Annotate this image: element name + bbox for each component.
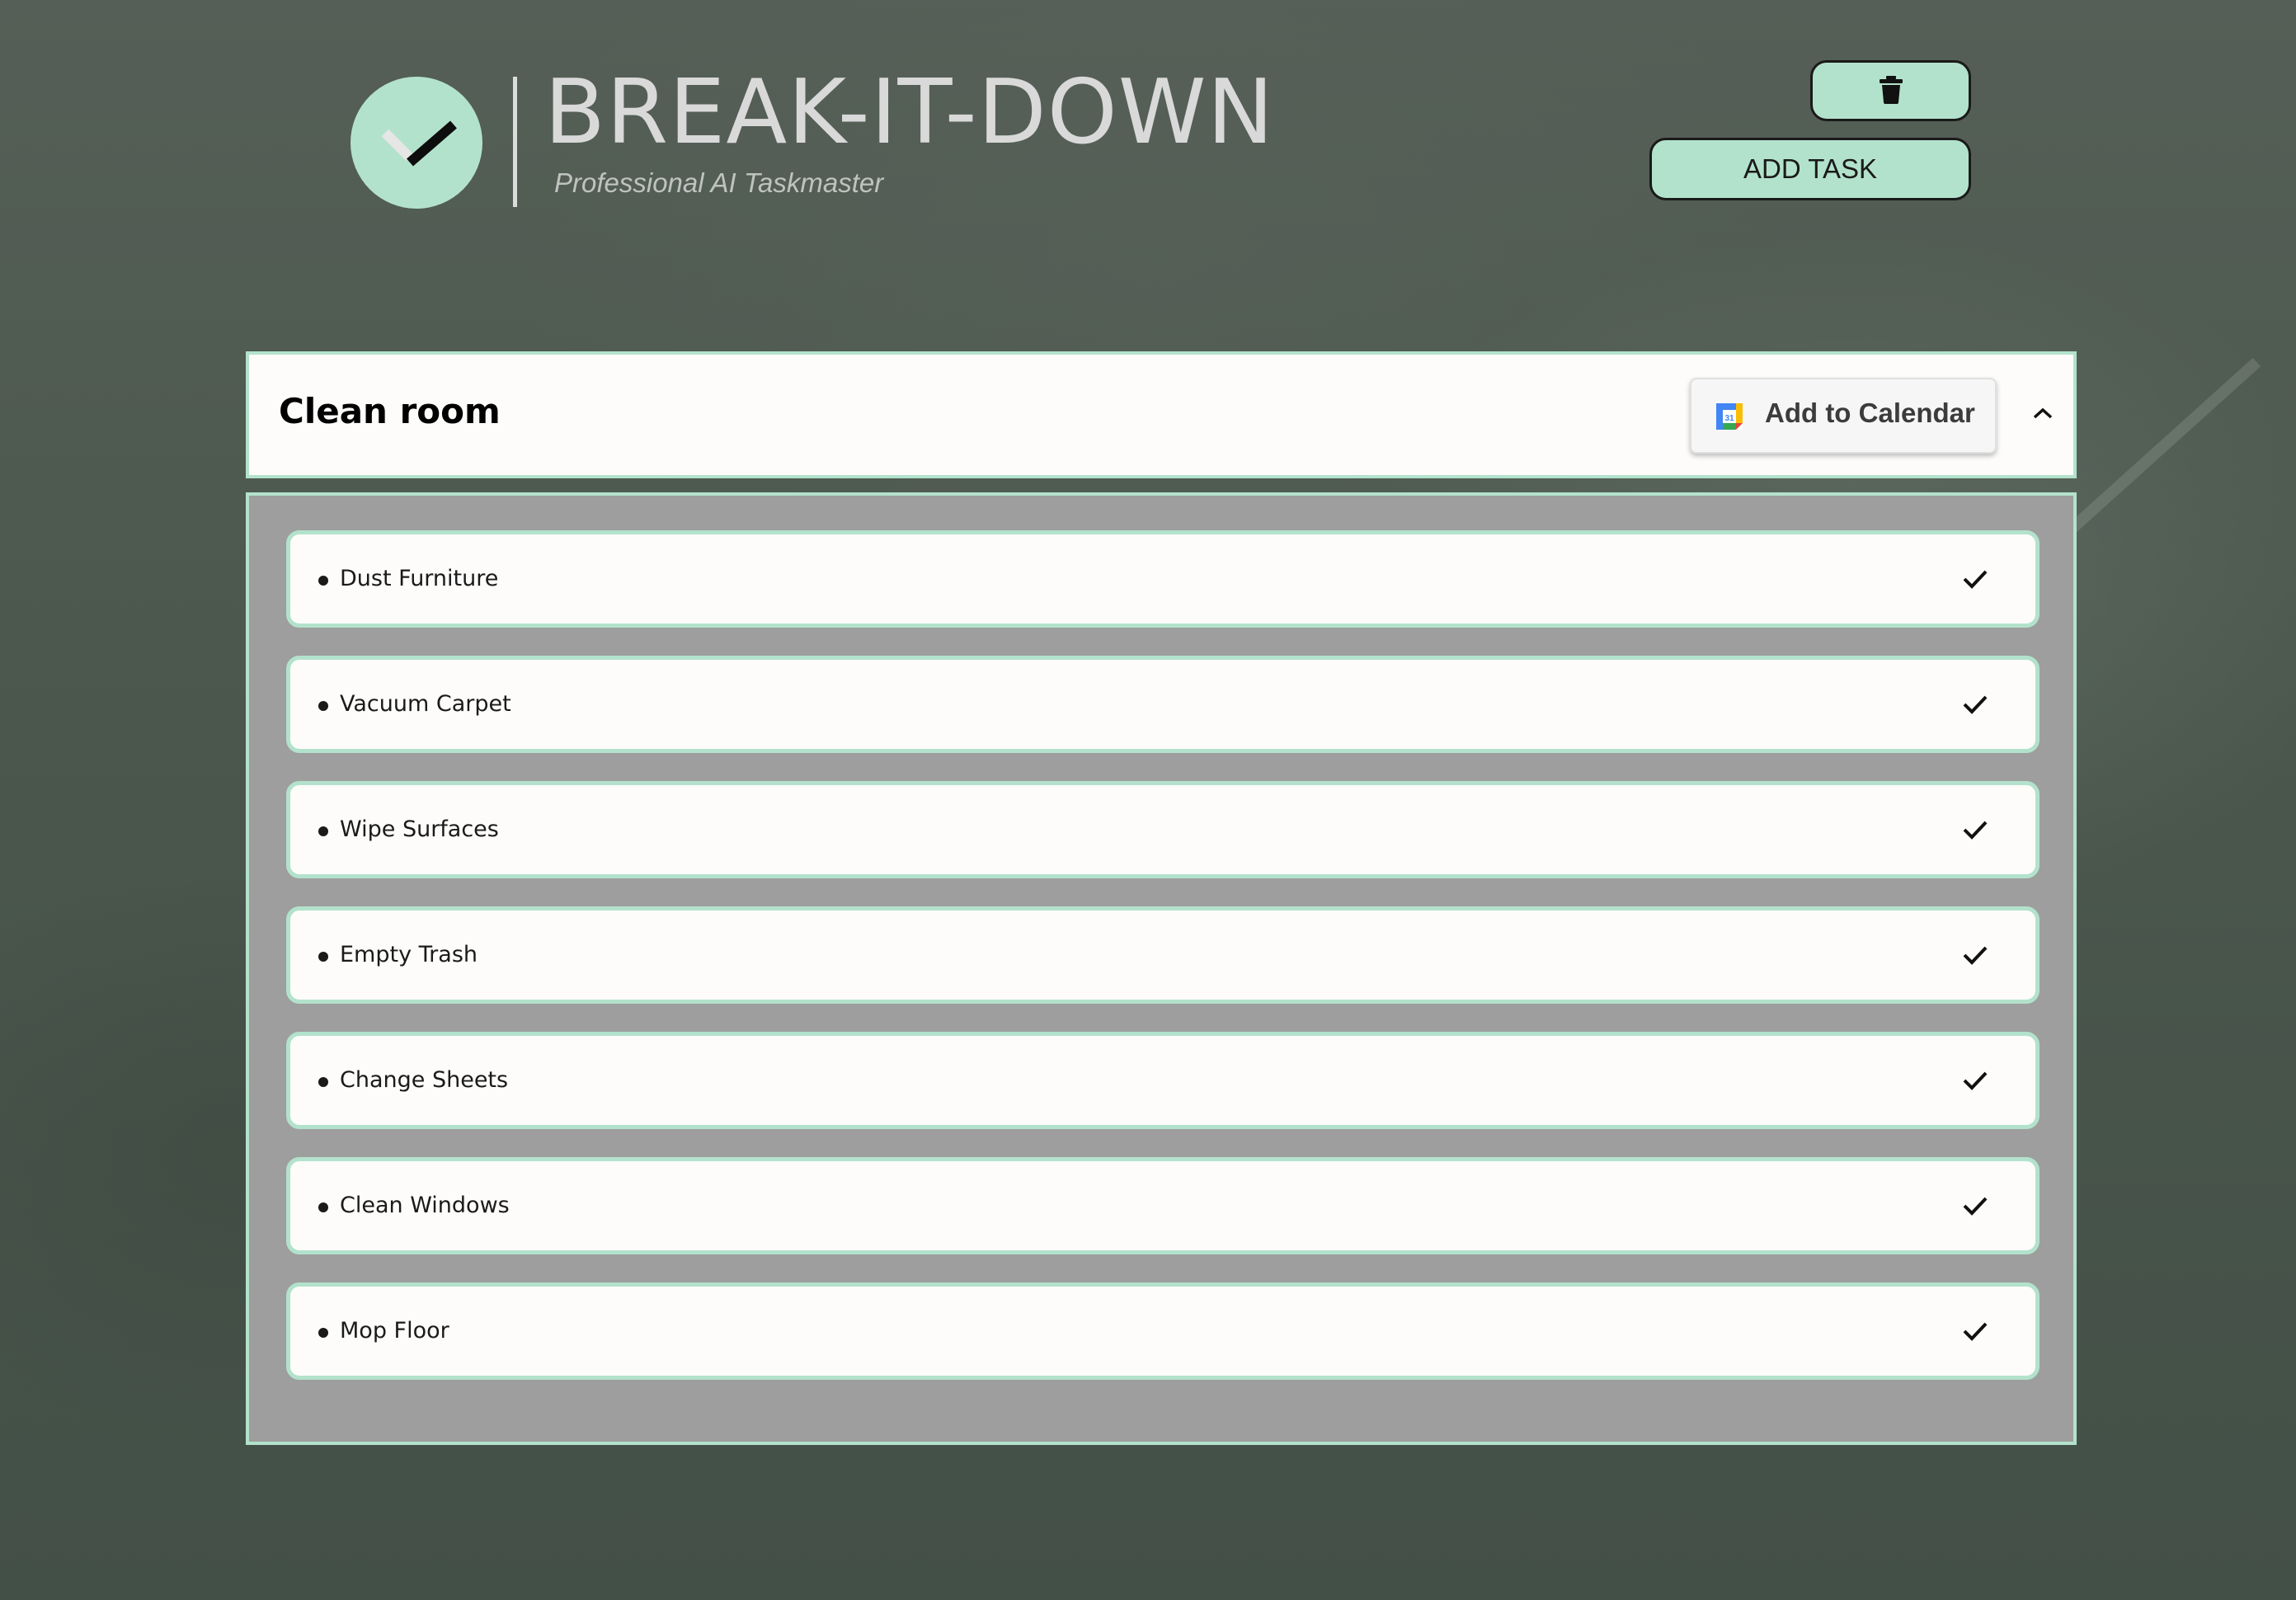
subtask-item[interactable]: Wipe Surfaces [286, 781, 2040, 878]
check-icon[interactable] [1960, 1067, 1990, 1094]
subtask-label: Change Sheets [340, 1067, 509, 1093]
add-to-calendar-button[interactable]: 31 Add to Calendar [1690, 378, 1997, 454]
subtask-item[interactable]: Change Sheets [286, 1032, 2040, 1129]
bullet [318, 576, 328, 586]
subtask-label: Dust Furniture [340, 566, 499, 591]
svg-text:31: 31 [1724, 414, 1734, 423]
subtask-label: Clean Windows [340, 1193, 510, 1218]
bullet [318, 1328, 328, 1338]
logo-divider [513, 77, 517, 207]
logo-check-icon [351, 77, 482, 209]
subtask-item[interactable]: Mop Floor [286, 1282, 2040, 1380]
task-title: Clean room [279, 391, 501, 431]
subtask-label: Empty Trash [340, 942, 478, 967]
bullet [318, 826, 328, 836]
bullet [318, 701, 328, 711]
check-icon[interactable] [1960, 1193, 1990, 1219]
subtask-list: Dust Furniture Vacuum Carpet Wipe Surfac… [246, 492, 2077, 1445]
check-icon[interactable] [1960, 1318, 1990, 1344]
bullet [318, 1077, 328, 1087]
google-calendar-icon: 31 [1716, 403, 1743, 430]
delete-button[interactable] [1810, 60, 1971, 121]
subtask-label: Vacuum Carpet [340, 691, 511, 717]
subtask-label: Mop Floor [340, 1318, 449, 1344]
subtask-label: Wipe Surfaces [340, 816, 499, 842]
check-icon[interactable] [1960, 816, 1990, 843]
check-icon[interactable] [1960, 691, 1990, 718]
brand-title: BREAK-IT-DOWN [544, 61, 1275, 164]
task-card-header[interactable]: Clean room 31 Add to Calendar [246, 351, 2077, 478]
subtask-item[interactable]: Clean Windows [286, 1157, 2040, 1254]
brand-subtitle: Professional AI Taskmaster [554, 167, 884, 198]
bullet [318, 952, 328, 962]
add-task-button[interactable]: ADD TASK [1649, 138, 1971, 200]
chevron-up-icon[interactable] [2022, 393, 2063, 434]
bullet [318, 1202, 328, 1212]
trash-icon [1879, 75, 1903, 106]
add-to-calendar-label: Add to Calendar [1765, 398, 1975, 428]
subtask-item[interactable]: Dust Furniture [286, 530, 2040, 628]
check-icon[interactable] [1960, 942, 1990, 968]
subtask-item[interactable]: Vacuum Carpet [286, 656, 2040, 753]
subtask-item[interactable]: Empty Trash [286, 906, 2040, 1004]
check-icon[interactable] [1960, 566, 1990, 592]
